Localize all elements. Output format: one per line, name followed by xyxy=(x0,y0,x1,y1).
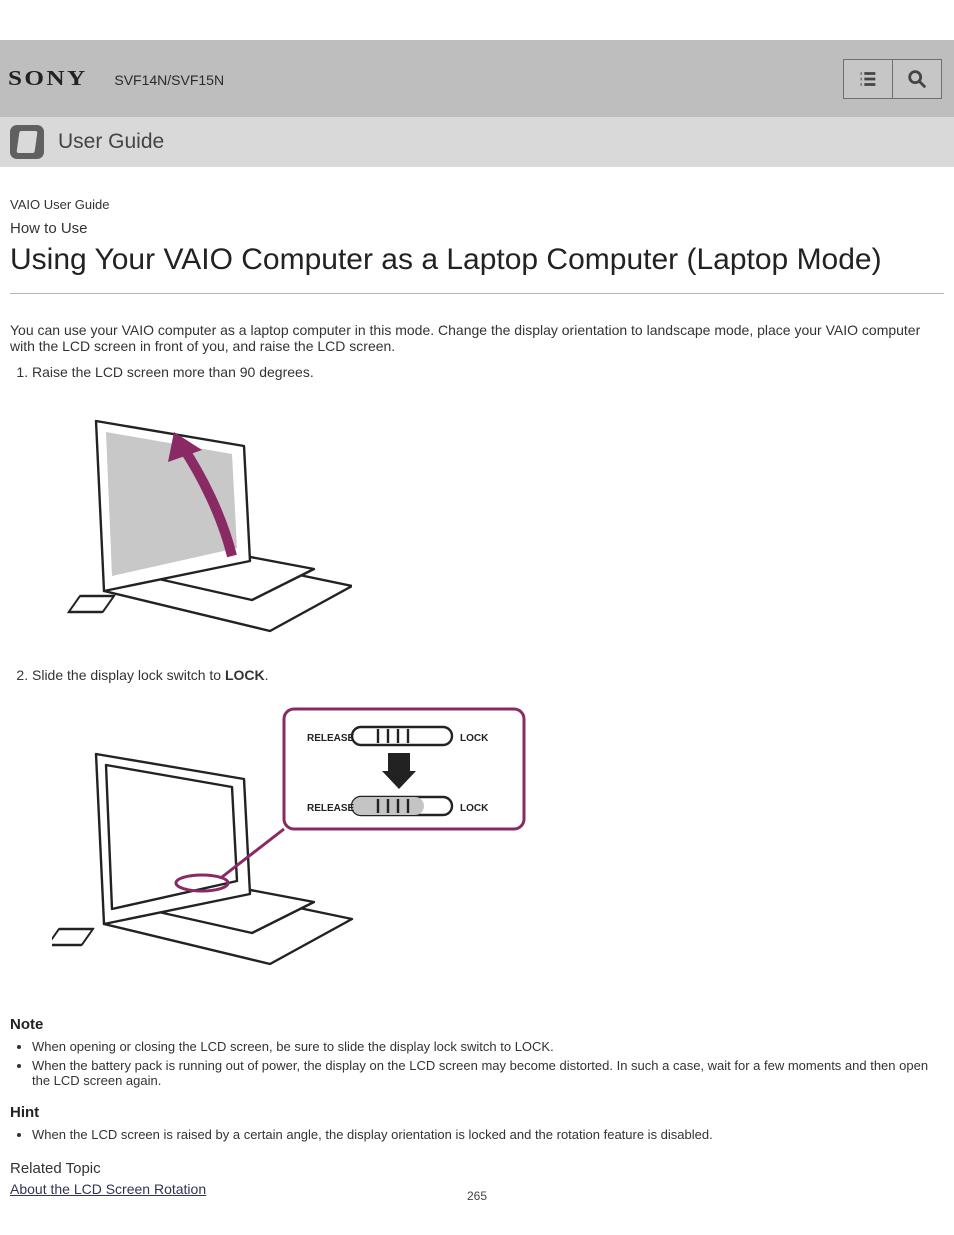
sub-header-title: User Guide xyxy=(58,130,164,154)
step-1: Raise the LCD screen more than 90 degree… xyxy=(32,364,944,380)
brand-logo: SONY xyxy=(8,66,88,91)
figure-lock-switch: RELEASE LOCK RELEASE LOCK xyxy=(52,699,532,979)
top-header-bar: SONY SVF14N/SVF15N xyxy=(0,40,954,117)
steps-list-2: Slide the display lock switch to LOCK. xyxy=(32,667,944,683)
step-2-bold: LOCK xyxy=(225,667,265,683)
search-button[interactable] xyxy=(892,59,942,99)
note-1: When opening or closing the LCD screen, … xyxy=(32,1039,944,1054)
book-icon xyxy=(10,125,44,159)
step-1-text: Raise the LCD screen more than 90 degree… xyxy=(32,364,314,380)
hint-heading: Hint xyxy=(10,1104,944,1121)
note-heading: Note xyxy=(10,1016,944,1033)
step-2-text: Slide the display lock switch to xyxy=(32,667,225,683)
step-2-extra: . xyxy=(265,667,269,683)
release-label-1: RELEASE xyxy=(307,733,355,744)
model-label: SVF14N/SVF15N xyxy=(114,72,224,88)
list-icon xyxy=(857,68,879,90)
hint-1: When the LCD screen is raised by a certa… xyxy=(32,1127,944,1142)
steps-list: Raise the LCD screen more than 90 degree… xyxy=(32,364,944,380)
hints-list: When the LCD screen is raised by a certa… xyxy=(32,1127,944,1142)
guide-label: VAIO User Guide xyxy=(10,197,944,212)
page-title: Using Your VAIO Computer as a Laptop Com… xyxy=(10,243,944,277)
figure-open-lid xyxy=(52,396,352,646)
lock-label-1: LOCK xyxy=(460,733,489,744)
search-icon xyxy=(906,68,928,90)
sub-header-bar: User Guide xyxy=(0,117,954,167)
step-2: Slide the display lock switch to LOCK. xyxy=(32,667,944,683)
page-number: 265 xyxy=(0,1189,954,1203)
notes-list: When opening or closing the LCD screen, … xyxy=(32,1039,944,1088)
lock-label-2: LOCK xyxy=(460,803,489,814)
title-divider xyxy=(10,293,944,294)
how-to-use-link[interactable]: How to Use xyxy=(10,220,944,237)
intro-paragraph: You can use your VAIO computer as a lapt… xyxy=(10,322,944,354)
release-label-2: RELEASE xyxy=(307,803,355,814)
note-2: When the battery pack is running out of … xyxy=(32,1058,944,1088)
related-topic-heading: Related Topic xyxy=(10,1160,944,1177)
list-button[interactable] xyxy=(843,59,893,99)
